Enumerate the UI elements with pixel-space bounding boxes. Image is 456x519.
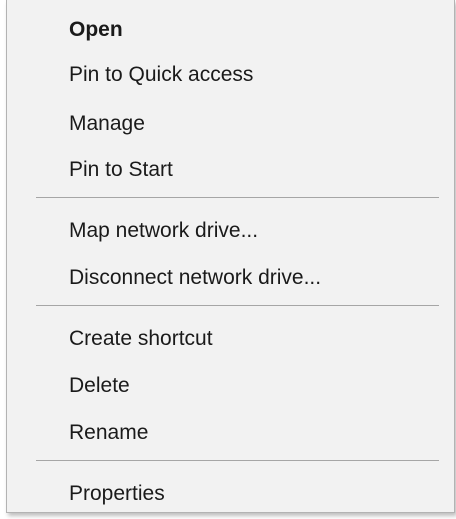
menu-separator <box>36 305 439 306</box>
menu-item-manage[interactable]: Manage <box>69 111 145 137</box>
menu-separator <box>36 460 439 461</box>
menu-item-delete[interactable]: Delete <box>69 373 130 399</box>
menu-item-disconnect-network-drive[interactable]: Disconnect network drive... <box>69 265 321 291</box>
menu-separator <box>36 197 439 198</box>
menu-item-rename[interactable]: Rename <box>69 420 148 446</box>
context-menu: Open Pin to Quick access Manage Pin to S… <box>6 0 455 513</box>
menu-item-pin-to-quick-access[interactable]: Pin to Quick access <box>69 62 253 88</box>
menu-item-open[interactable]: Open <box>69 17 123 43</box>
menu-item-pin-to-start[interactable]: Pin to Start <box>69 157 173 183</box>
menu-item-create-shortcut[interactable]: Create shortcut <box>69 326 213 352</box>
menu-item-map-network-drive[interactable]: Map network drive... <box>69 218 258 244</box>
menu-item-properties[interactable]: Properties <box>69 481 165 507</box>
